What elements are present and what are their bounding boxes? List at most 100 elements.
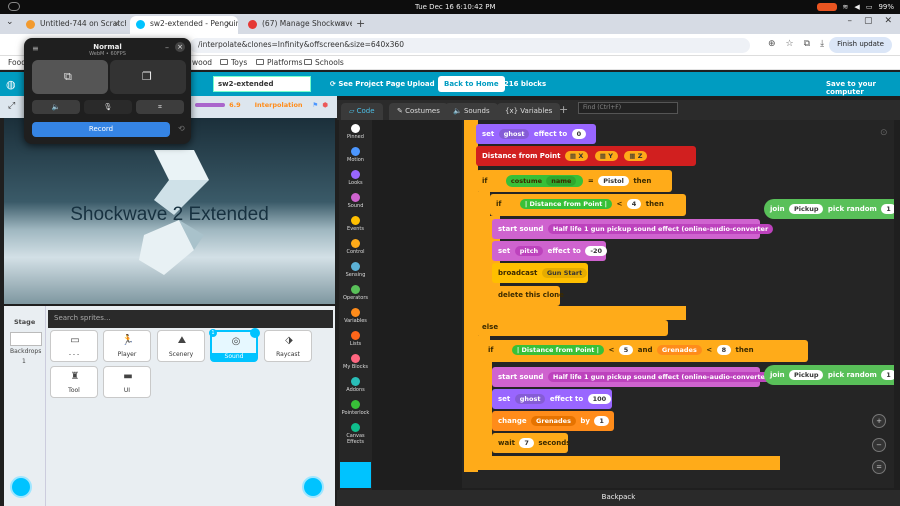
join-pickup-random-reporter[interactable]: join Pickup pick random 1 t [764,199,894,219]
system-tray[interactable]: ≋ ◀ ▭ 99% [816,3,894,11]
record-screen-mode-button[interactable]: ⧉ [32,60,108,94]
bookmark-wood[interactable]: wood [192,58,212,67]
delete-sprite-icon[interactable] [250,328,260,338]
tab-sounds[interactable]: 🔈 Sounds [445,103,498,120]
value-input[interactable]: 1 [594,416,609,426]
wait-seconds-block[interactable]: wait 7 seconds [492,433,570,453]
distance-from-point-block[interactable]: Distance from Point ▦ X ▦ Y ▦ Z [476,146,696,166]
tab-costumes[interactable]: ✎ Costumes [389,103,448,120]
effect-dropdown[interactable]: pitch [514,246,544,256]
value-input[interactable]: 8 [716,345,732,355]
download-icon[interactable]: ⤓ [820,39,824,49]
value-input[interactable]: Pickup [789,370,824,380]
category-sensing[interactable]: Sensing [339,262,372,278]
see-project-page-button[interactable]: ⟳ See Project Page [330,80,405,88]
sound-dropdown[interactable]: Half life 1 gun pickup sound effect (onl… [547,224,774,234]
name-dropdown[interactable]: name [546,176,577,186]
code-workspace[interactable]: set ghost effect to 0 Distance from Poin… [462,120,894,488]
value-input[interactable]: 7 [519,438,534,448]
close-tab-icon[interactable]: × [113,19,120,28]
tab-youtube-studio[interactable]: (67) Manage Shockwave × [242,16,352,34]
value-input[interactable]: Pickup [789,204,824,214]
tab-code[interactable]: ▱ Code [341,103,383,120]
bookmark-platforms[interactable]: Platforms [256,58,303,67]
find-input[interactable]: Find (Ctrl+F) [578,102,678,114]
zoom-in-icon[interactable]: + [872,414,886,428]
value-input[interactable]: -20 [585,246,608,256]
stop-icon[interactable]: ⬢ [322,101,328,109]
zoom-icon[interactable]: ⊕ [768,39,776,49]
category-looks[interactable]: Looks [339,170,372,186]
sprite-tile-sound[interactable]: 1 ◎ Sound [209,328,260,362]
broadcast-block[interactable]: broadcast Gun Start [492,263,588,283]
block-flyout[interactable] [372,120,462,490]
bookmark-toys[interactable]: Toys [220,58,247,67]
zoom-out-icon[interactable]: − [872,438,886,452]
fullscreen-icon[interactable]: ⤢ [8,101,15,111]
category-variables[interactable]: Variables [339,308,372,324]
sprite-tile-scenery[interactable]: ⛰ Scenery [157,330,205,362]
value-input[interactable]: 0 [571,129,587,139]
language-globe-icon[interactable]: ◍ [6,78,16,91]
recorder-minimize-icon[interactable]: – [165,43,169,52]
category-events[interactable]: Events [339,216,372,232]
distance-reporter[interactable]: | Distance from Point | [511,345,605,355]
new-tab-button[interactable]: + [356,17,365,30]
sprite-tile-dashes[interactable]: ▭ - - - [50,330,98,362]
if-costume-block[interactable]: if costume name = Pistol then [476,170,672,192]
finish-update-button[interactable]: Finish update [829,37,892,53]
delete-clone-block[interactable]: delete this clone [492,286,564,306]
start-sound-block[interactable]: start sound Half life 1 gun pickup sound… [492,219,774,239]
project-title-input[interactable]: sw2-extended [213,76,311,92]
green-flag-icon[interactable]: ⚑ [313,101,319,109]
effect-dropdown[interactable]: ghost [514,394,546,404]
set-ghost-effect-block-2[interactable]: set ghost effect to 100 [492,389,612,409]
record-window-mode-button[interactable]: ❐ [110,60,186,94]
value-input[interactable]: 1 [881,370,894,380]
close-window-icon[interactable]: ✕ [884,16,892,26]
sprite-search-input[interactable]: Search sprites... [48,310,333,328]
address-bar[interactable]: /interpolate&clones=Infinity&offscreen&s… [190,38,750,53]
backpack-bar[interactable]: Backpack [337,490,900,506]
back-to-home-button[interactable]: Back to Home [438,76,505,92]
category-operators[interactable]: Operators [339,285,372,301]
maximize-window-icon[interactable]: ▢ [864,16,873,26]
join-pickup-random-reporter-2[interactable]: join Pickup pick random 1 t [764,365,894,385]
z-reporter[interactable]: ▦ Z [624,151,648,161]
sprite-tile-raycast[interactable]: ⬗ Raycast [264,330,312,362]
tab-search-icon[interactable]: ⌄ [6,17,14,27]
category-my-blocks[interactable]: My Blocks [339,354,372,370]
if-distance-and-grenades-block[interactable]: if | Distance from Point | < 5 and Grena… [482,340,808,362]
extensions-icon[interactable]: ⧉ [804,39,810,49]
bookmark-star-icon[interactable]: ☆ [786,39,794,49]
category-canvas-effects[interactable]: Canvas Effects [339,423,372,445]
zoom-reset-icon[interactable]: = [872,460,886,474]
category-motion[interactable]: Motion [339,147,372,163]
stage-canvas[interactable]: Shockwave 2 Extended [4,118,335,304]
start-sound-block-2[interactable]: start sound Half life 1 gun pickup sound… [492,367,774,387]
recording-indicator-icon[interactable] [816,3,837,11]
minimize-window-icon[interactable]: – [847,16,852,26]
category-pinned[interactable]: Pinned [339,124,372,140]
tab-variables[interactable]: {x} Variables [497,103,561,120]
if-distance-block[interactable]: if | Distance from Point | < 4 then [490,194,686,216]
system-clock[interactable]: Tue Dec 16 6:10:42 PM [415,3,496,11]
sprite-tile-player[interactable]: 🏃 Player [103,330,151,362]
add-extension-button[interactable] [340,462,371,488]
category-pointerlock[interactable]: Pointerlock [339,400,372,416]
close-tab-icon[interactable]: × [339,19,346,28]
costume-reporter[interactable]: costume name [505,175,584,187]
distance-reporter[interactable]: | Distance from Point | [519,199,613,209]
category-lists[interactable]: Lists [339,331,372,347]
change-grenades-block[interactable]: change Grenades by 1 [492,411,614,431]
tab-untitled-scratch[interactable]: Untitled-744 on Scratch × [20,16,126,34]
y-reporter[interactable]: ▦ Y [594,151,618,161]
close-tab-icon[interactable]: × [225,19,232,28]
volume-slider[interactable] [195,103,226,107]
value-input[interactable]: 100 [587,394,612,404]
add-tab-button[interactable]: + [559,103,568,116]
set-ghost-effect-block[interactable]: set ghost effect to 0 [476,124,596,144]
bookmark-schools[interactable]: Schools [304,58,344,67]
audio-toggle-button[interactable]: 🔈 [32,100,80,114]
value-input[interactable]: Pistol [598,176,629,186]
